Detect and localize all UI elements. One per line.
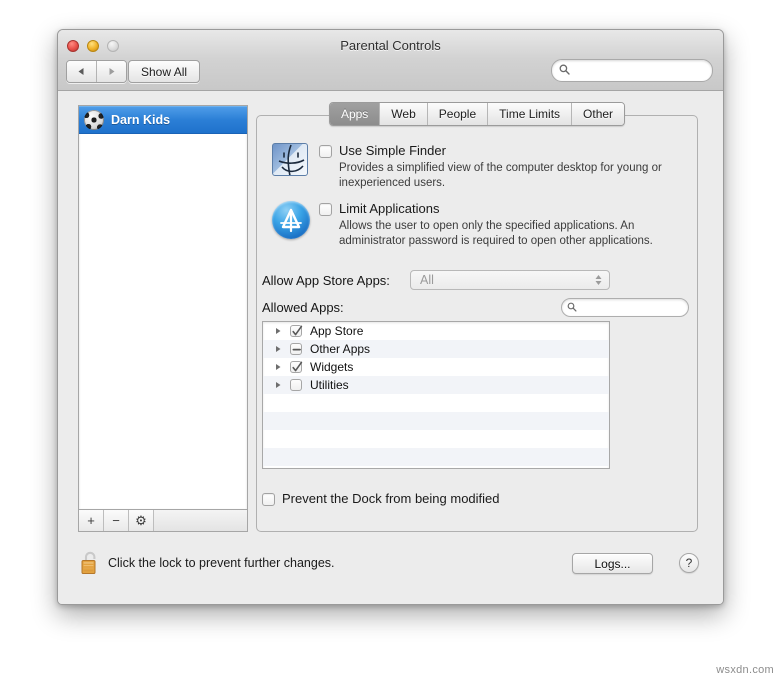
list-item[interactable]: App Store xyxy=(263,322,609,340)
forward-button[interactable] xyxy=(96,61,126,82)
limit-applications-description: Allows the user to open only the specifi… xyxy=(339,220,653,247)
help-button[interactable]: ? xyxy=(679,553,699,573)
simple-finder-option: Use Simple Finder Provides a simplified … xyxy=(272,143,669,191)
limit-applications-checkbox[interactable] xyxy=(319,203,332,216)
list-item[interactable]: Widgets xyxy=(263,358,609,376)
limit-applications-option: Limit Applications Allows the user to op… xyxy=(272,201,669,249)
prevent-dock-checkbox[interactable] xyxy=(262,492,275,506)
list-empty-row xyxy=(263,412,609,430)
use-simple-finder-label: Use Simple Finder xyxy=(339,143,446,158)
list-empty-row xyxy=(263,448,609,466)
search-icon xyxy=(567,299,577,317)
list-item[interactable]: Other Apps xyxy=(263,340,609,358)
window-footer: Click the lock to prevent further change… xyxy=(58,547,723,604)
watermark: wsxdn.com xyxy=(716,664,774,676)
allow-app-store-apps-row: Allow App Store Apps: All xyxy=(262,270,682,290)
disclosure-triangle-icon[interactable] xyxy=(274,345,285,353)
logs-button-label: Logs... xyxy=(594,556,631,571)
finder-icon-slot xyxy=(272,143,314,191)
settings-gear-button[interactable]: ⚙ xyxy=(129,510,154,531)
logs-button[interactable]: Logs... xyxy=(572,553,653,574)
users-sidebar: Darn Kids xyxy=(78,105,248,510)
show-all-label: Show All xyxy=(141,64,188,79)
allowed-apps-label: Allowed Apps: xyxy=(262,300,344,315)
window-titlebar: Parental Controls Show All xyxy=(58,30,723,91)
app-store-icon-slot xyxy=(272,201,314,249)
app-store-row-checkbox[interactable] xyxy=(290,325,303,337)
list-empty-row xyxy=(263,466,609,468)
disclosure-triangle-icon[interactable] xyxy=(274,363,285,371)
stepper-arrows-icon xyxy=(594,273,603,287)
navigation-segmented-control xyxy=(66,60,127,83)
allowed-apps-list[interactable]: App Store Other Apps Widgets Utilities xyxy=(262,321,610,469)
toolbar-search-field[interactable] xyxy=(551,59,713,82)
prevent-dock-label: Prevent the Dock from being modified xyxy=(282,491,500,506)
widgets-row-checkbox[interactable] xyxy=(290,361,303,373)
window-body: Darn Kids + − ⚙ Apps Web People Time Lim… xyxy=(58,91,723,604)
window-title: Parental Controls xyxy=(340,38,441,53)
finder-face-icon xyxy=(272,143,308,176)
allow-app-store-apps-value: All xyxy=(420,273,434,287)
back-button[interactable] xyxy=(67,61,96,82)
help-icon: ? xyxy=(685,556,693,570)
apps-tab-panel: Use Simple Finder Provides a simplified … xyxy=(256,115,698,532)
search-icon xyxy=(559,62,570,80)
forward-triangle-icon xyxy=(109,68,115,75)
list-empty-row xyxy=(263,430,609,448)
limit-applications-label: Limit Applications xyxy=(339,201,440,216)
list-item-label: Widgets xyxy=(310,360,354,374)
list-item-label: App Store xyxy=(310,324,364,338)
disclosure-triangle-icon[interactable] xyxy=(274,381,285,389)
use-simple-finder-description: Provides a simplified view of the comput… xyxy=(339,162,662,189)
list-item-label: Other Apps xyxy=(310,342,371,356)
allowed-apps-row: Allowed Apps: xyxy=(262,298,692,317)
list-empty-row xyxy=(263,394,609,412)
allow-app-store-apps-label: Allow App Store Apps: xyxy=(262,272,390,288)
minus-icon: − xyxy=(112,513,120,528)
disclosure-triangle-icon[interactable] xyxy=(274,327,285,335)
show-all-button[interactable]: Show All xyxy=(128,60,201,83)
add-user-button[interactable]: + xyxy=(79,510,104,531)
list-item-label: Utilities xyxy=(310,378,349,392)
sidebar-item-user[interactable]: Darn Kids xyxy=(79,106,247,134)
plus-icon: + xyxy=(87,513,95,528)
sidebar-toolbar-filler xyxy=(154,510,247,531)
other-apps-row-checkbox[interactable] xyxy=(290,343,302,355)
open-padlock-icon[interactable] xyxy=(80,550,102,576)
soccer-ball-avatar xyxy=(84,110,104,130)
parental-controls-window: Parental Controls Show All Darn Kids + −… xyxy=(57,29,724,605)
use-simple-finder-checkbox[interactable] xyxy=(319,145,332,158)
sidebar-toolbar: + − ⚙ xyxy=(78,510,248,532)
lock-status-text: Click the lock to prevent further change… xyxy=(108,556,335,570)
user-name: Darn Kids xyxy=(111,113,171,127)
list-item[interactable]: Utilities xyxy=(263,376,609,394)
remove-user-button[interactable]: − xyxy=(104,510,129,531)
gear-icon: ⚙ xyxy=(135,512,147,528)
allowed-apps-search-field[interactable] xyxy=(561,298,689,317)
allowed-apps-search-input[interactable] xyxy=(581,301,661,314)
utilities-row-checkbox[interactable] xyxy=(290,379,302,391)
allow-app-store-apps-popup[interactable]: All xyxy=(410,270,610,290)
prevent-dock-option: Prevent the Dock from being modified xyxy=(262,491,500,507)
search-input[interactable] xyxy=(574,63,694,78)
app-store-icon xyxy=(272,201,310,239)
back-triangle-icon xyxy=(78,68,84,75)
